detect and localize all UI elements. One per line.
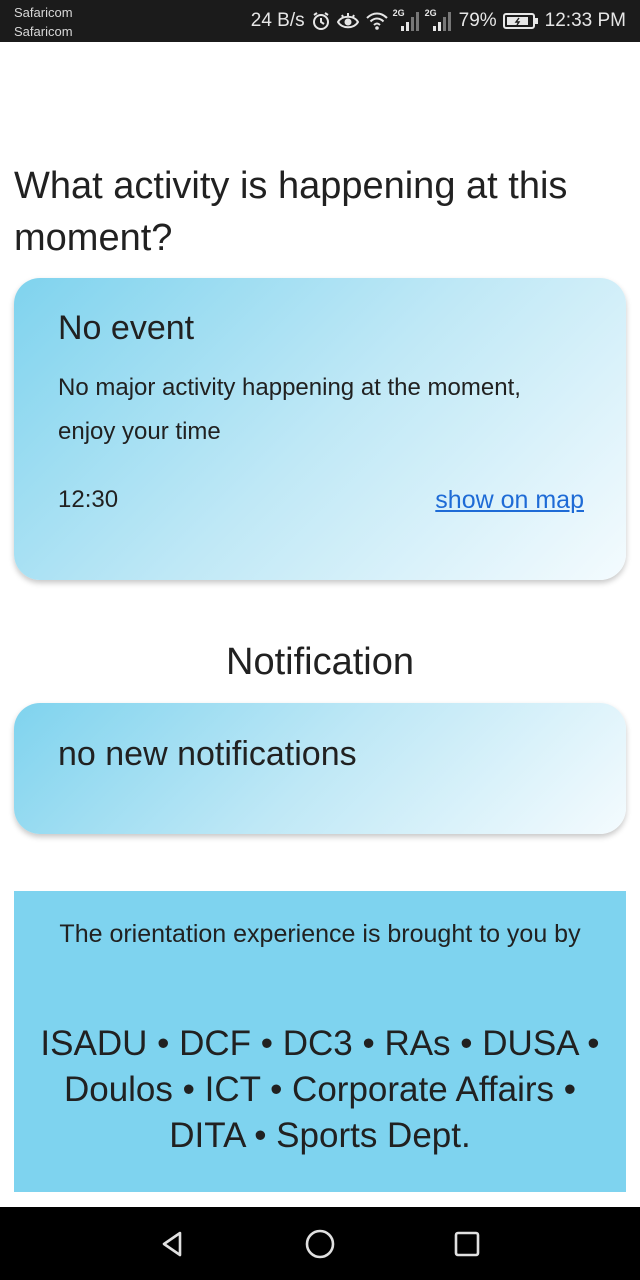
sponsor-intro: The orientation experience is brought to…: [59, 920, 581, 948]
page-title: What activity is happening at this momen…: [14, 165, 568, 259]
sponsor-banner: The orientation experience is brought to…: [14, 891, 626, 1192]
recents-icon[interactable]: [437, 1214, 497, 1274]
signal-icon: 2G: [392, 8, 421, 32]
carrier-name-2: Safaricom: [14, 24, 73, 39]
eye-comfort-icon: [336, 11, 359, 31]
status-bar: Safaricom Safaricom 24 B/s 2G 2G 79% 12:…: [0, 0, 640, 42]
show-on-map-link[interactable]: show on map: [435, 484, 584, 516]
notification-card: no new notifications: [14, 703, 626, 834]
battery-icon: [502, 11, 539, 31]
alarm-icon: [311, 11, 331, 31]
status-indicators: 24 B/s 2G 2G 79% 12:33 PM: [251, 0, 626, 42]
event-description: No major activity happening at the momen…: [58, 374, 521, 445]
carrier-info: Safaricom Safaricom: [14, 3, 73, 41]
carrier-name-1: Safaricom: [14, 5, 73, 20]
network-type-tag: 2G: [424, 8, 437, 18]
battery-percent: 79%: [458, 10, 497, 31]
event-title: No event: [58, 309, 195, 347]
net-speed: 24 B/s: [250, 10, 305, 31]
navigation-bar: [0, 1207, 640, 1280]
event-card: No event No major activity happening at …: [14, 278, 626, 580]
notification-text: no new notifications: [58, 735, 357, 773]
signal-icon: 2G: [424, 8, 453, 32]
home-icon[interactable]: [290, 1214, 350, 1274]
back-icon[interactable]: [143, 1214, 203, 1274]
clock: 12:33 PM: [544, 10, 626, 31]
notification-heading: Notification: [226, 641, 414, 683]
network-type-tag: 2G: [392, 8, 405, 18]
wifi-icon: [365, 11, 389, 31]
event-time: 12:30: [58, 486, 119, 513]
sponsor-list: ISADU • DCF • DC3 • RAs • DUSA • Doulos …: [40, 1024, 600, 1155]
